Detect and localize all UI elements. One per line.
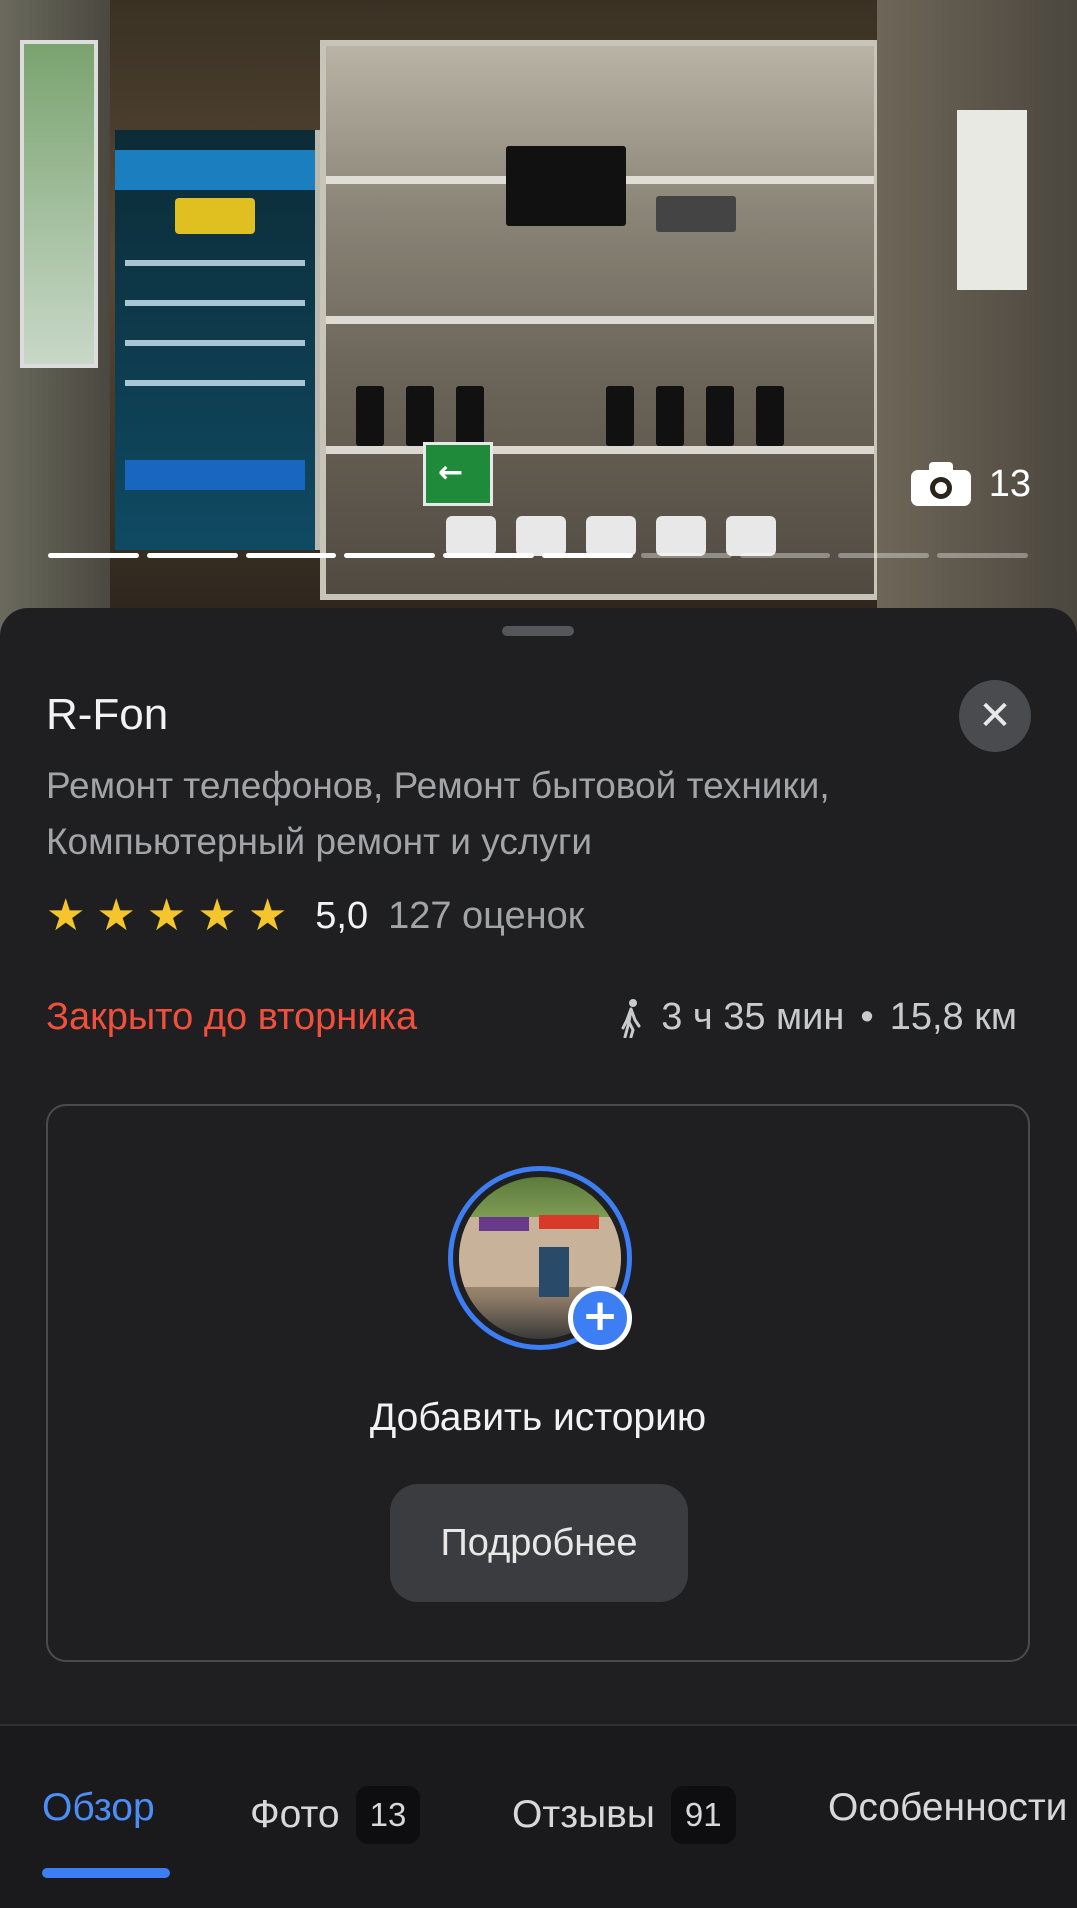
photo-progress-bar <box>48 553 1028 558</box>
rating-value: 5,0 <box>315 894 369 937</box>
photo-right-wall <box>877 0 1077 640</box>
tab-overview[interactable]: Обзор <box>42 1786 155 1830</box>
star-icon: ★ <box>46 890 86 941</box>
star-icon: ★ <box>197 890 237 941</box>
place-title: R-Fon <box>46 690 169 739</box>
photo-kiosk-panel <box>115 130 321 550</box>
tab-reviews[interactable]: Отзывы 91 <box>512 1786 736 1844</box>
progress-segment <box>739 553 831 558</box>
progress-segment <box>937 553 1028 558</box>
tab-label: Обзор <box>42 1786 155 1829</box>
more-details-label: Подробнее <box>440 1521 638 1564</box>
place-categories: Ремонт телефонов, Ремонт бытовой техники… <box>46 765 830 862</box>
star-icon: ★ <box>96 890 136 941</box>
star-icon: ★ <box>247 890 288 941</box>
place-card: R-Fon ✕ Ремонт телефонов, Ремонт бытовой… <box>0 608 1077 1908</box>
tab-label: Фото <box>250 1793 340 1836</box>
plus-icon: + <box>581 1290 619 1341</box>
route-separator: • <box>860 996 874 1038</box>
progress-segment <box>838 553 930 558</box>
route-info[interactable]: 3 ч 35 мин • 15,8 км <box>617 996 1017 1039</box>
route-time: 3 ч 35 мин <box>661 996 845 1038</box>
rating-count: 127 оценок <box>388 894 585 937</box>
photo-count: 13 <box>988 462 1031 505</box>
place-photo[interactable]: ← 13 <box>0 0 1077 640</box>
progress-segment <box>640 553 732 558</box>
tab-features[interactable]: Особенности <box>828 1786 1067 1830</box>
photo-window <box>20 40 98 368</box>
progress-segment <box>344 553 436 558</box>
route-distance: 15,8 км <box>889 996 1017 1038</box>
rating-stars: ★ ★ ★ ★ ★ <box>46 894 287 938</box>
stories-section: + Добавить историю Подробнее <box>46 1104 1030 1662</box>
more-details-button[interactable]: Подробнее <box>390 1484 688 1602</box>
photo-showcase <box>320 40 880 600</box>
add-story-button[interactable]: + <box>568 1286 632 1350</box>
tab-bar: Обзор Фото 13 Отзывы 91 Особенности <box>0 1726 1077 1908</box>
progress-segment <box>245 553 337 558</box>
tab-count-badge: 91 <box>670 1786 736 1844</box>
progress-segment <box>443 553 534 558</box>
tab-count-badge: 13 <box>355 1786 421 1844</box>
camera-icon <box>910 462 971 506</box>
photo-exit-sign: ← <box>423 442 493 506</box>
tab-label: Особенности <box>828 1786 1068 1829</box>
tab-photos[interactable]: Фото 13 <box>250 1786 421 1844</box>
progress-segment <box>146 553 238 558</box>
tab-label: Отзывы <box>512 1793 655 1836</box>
star-icon: ★ <box>146 890 187 941</box>
sheet-grabber-handle[interactable] <box>502 626 574 636</box>
active-tab-indicator <box>42 1868 170 1878</box>
photo-counter[interactable]: 13 <box>910 462 1031 506</box>
close-icon: ✕ <box>978 693 1012 739</box>
rating-row[interactable]: ★ ★ ★ ★ ★ 5,0 127 оценок <box>46 894 584 938</box>
progress-segment <box>541 553 633 558</box>
close-button[interactable]: ✕ <box>959 680 1031 752</box>
progress-segment <box>48 553 139 558</box>
walking-person-icon <box>621 998 641 1038</box>
add-story-label[interactable]: Добавить историю <box>48 1396 1028 1440</box>
opening-status: Закрыто до вторника <box>46 996 418 1038</box>
